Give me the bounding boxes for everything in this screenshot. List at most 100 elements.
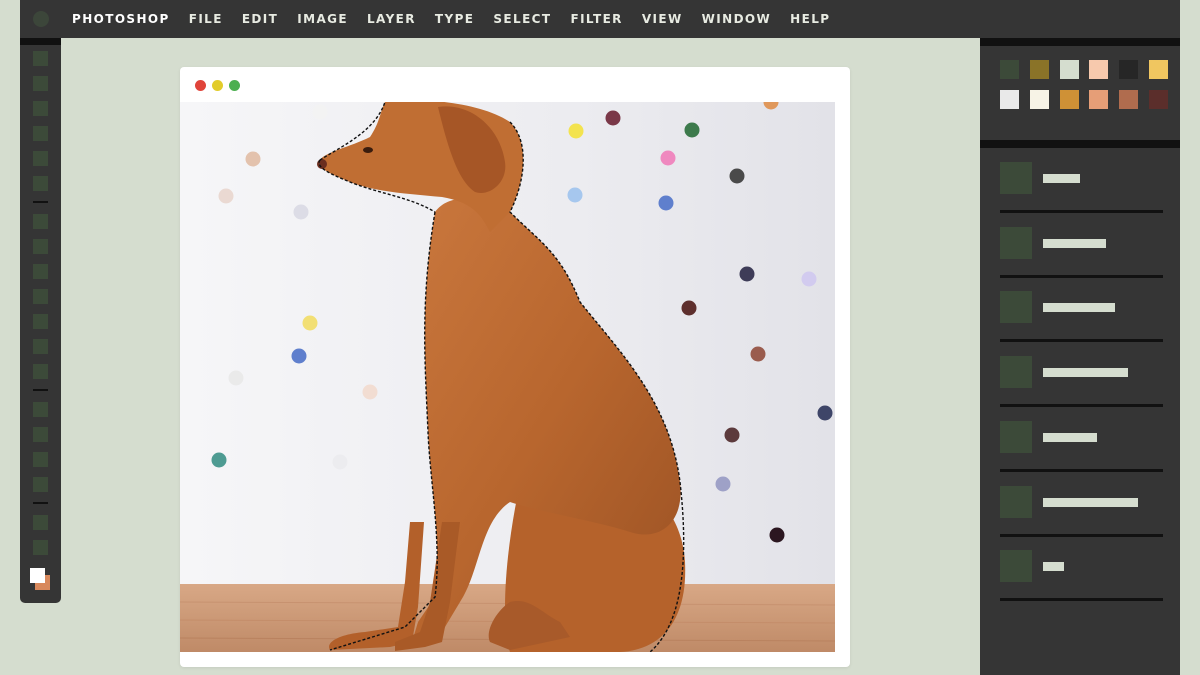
layer-divider bbox=[1000, 533, 1163, 537]
color-swatch[interactable] bbox=[1059, 60, 1079, 79]
layer-row[interactable] bbox=[1000, 420, 1163, 486]
tools-panel-header bbox=[20, 38, 61, 45]
polka-dot bbox=[302, 315, 318, 331]
window-minimize-button[interactable] bbox=[212, 80, 223, 91]
document-window bbox=[180, 67, 850, 667]
color-swatch[interactable] bbox=[1149, 90, 1168, 109]
menu-file[interactable]: FILE bbox=[189, 12, 223, 26]
color-swatch[interactable] bbox=[1029, 90, 1049, 109]
tool-button[interactable] bbox=[33, 477, 48, 492]
menu-edit[interactable]: EDIT bbox=[242, 12, 278, 26]
polka-dot bbox=[332, 454, 348, 470]
app-icon[interactable] bbox=[33, 11, 49, 27]
menu-layer[interactable]: LAYER bbox=[367, 12, 416, 26]
tool-button[interactable] bbox=[33, 427, 48, 442]
tool-button[interactable] bbox=[33, 364, 48, 379]
layer-row[interactable] bbox=[1000, 291, 1163, 356]
polka-dot bbox=[568, 123, 584, 139]
polka-dot bbox=[291, 348, 307, 364]
polka-dot bbox=[605, 110, 621, 126]
window-close-button[interactable] bbox=[195, 80, 206, 91]
foreground-color-swatch[interactable] bbox=[30, 568, 45, 583]
color-swatch[interactable] bbox=[1119, 60, 1139, 79]
layer-divider bbox=[1000, 598, 1163, 602]
tool-button[interactable] bbox=[33, 515, 48, 530]
color-swatch[interactable] bbox=[1089, 90, 1109, 109]
swatches-panel-header bbox=[980, 38, 1180, 46]
layer-divider bbox=[1000, 210, 1163, 213]
polka-dot bbox=[567, 187, 583, 203]
tool-button[interactable] bbox=[33, 402, 48, 417]
layer-thumbnail bbox=[1000, 226, 1032, 259]
layer-thumbnail bbox=[1000, 485, 1032, 518]
layer-name-placeholder bbox=[1043, 497, 1138, 507]
tool-button[interactable] bbox=[33, 314, 48, 329]
menu-select[interactable]: SELECT bbox=[493, 12, 551, 26]
polka-dot bbox=[684, 122, 700, 138]
polka-dot bbox=[769, 527, 785, 543]
tool-button[interactable] bbox=[33, 126, 48, 141]
polka-dot bbox=[245, 151, 261, 167]
tool-button[interactable] bbox=[33, 76, 48, 91]
image-canvas[interactable] bbox=[180, 102, 835, 652]
polka-dot bbox=[739, 266, 755, 282]
menu-window[interactable]: WINDOW bbox=[702, 12, 772, 26]
layer-thumbnail bbox=[1000, 356, 1032, 389]
menu-view[interactable]: VIEW bbox=[642, 12, 683, 26]
layer-name-placeholder bbox=[1043, 562, 1064, 572]
layer-thumbnail bbox=[1000, 291, 1032, 324]
layer-row[interactable] bbox=[1000, 550, 1163, 615]
layer-thumbnail bbox=[1000, 550, 1032, 583]
menu-filter[interactable]: FILTER bbox=[570, 12, 622, 26]
layer-row[interactable] bbox=[1000, 162, 1163, 227]
tool-button[interactable] bbox=[33, 151, 48, 166]
polka-dot bbox=[658, 195, 674, 211]
tool-button[interactable] bbox=[33, 452, 48, 467]
tool-button[interactable] bbox=[33, 264, 48, 279]
tool-group-divider bbox=[33, 201, 48, 203]
polka-dot bbox=[211, 452, 227, 468]
polka-dot bbox=[715, 476, 731, 492]
tool-button[interactable] bbox=[33, 51, 48, 66]
tool-button[interactable] bbox=[33, 101, 48, 116]
tool-button[interactable] bbox=[33, 214, 48, 229]
right-panels bbox=[980, 38, 1180, 675]
layer-name-placeholder bbox=[1043, 368, 1128, 378]
menu-bar: PHOTOSHOP FILE EDIT IMAGE LAYER TYPE SEL… bbox=[20, 0, 1180, 38]
layer-name-placeholder bbox=[1043, 432, 1097, 442]
tool-button[interactable] bbox=[33, 176, 48, 191]
tool-button[interactable] bbox=[33, 289, 48, 304]
color-swatch[interactable] bbox=[1029, 60, 1049, 79]
layer-row[interactable] bbox=[1000, 485, 1163, 551]
layer-row[interactable] bbox=[1000, 356, 1163, 421]
layer-thumbnail bbox=[1000, 420, 1032, 453]
layers-panel-header bbox=[980, 140, 1180, 148]
polka-dot bbox=[312, 104, 328, 120]
layer-row[interactable] bbox=[1000, 226, 1163, 292]
layer-divider bbox=[1000, 339, 1163, 343]
dog-photo bbox=[180, 102, 835, 652]
color-swatch[interactable] bbox=[1000, 90, 1019, 109]
tool-button[interactable] bbox=[33, 540, 48, 555]
menu-type[interactable]: TYPE bbox=[435, 12, 474, 26]
layer-name-placeholder bbox=[1043, 238, 1106, 248]
menu-image[interactable]: IMAGE bbox=[297, 12, 348, 26]
layer-divider bbox=[1000, 468, 1163, 472]
menu-photoshop[interactable]: PHOTOSHOP bbox=[72, 12, 170, 26]
color-swatch[interactable] bbox=[1149, 60, 1168, 79]
polka-dot bbox=[218, 188, 234, 204]
color-swatch[interactable] bbox=[1089, 60, 1109, 79]
tool-button[interactable] bbox=[33, 339, 48, 354]
window-maximize-button[interactable] bbox=[229, 80, 240, 91]
color-swatch[interactable] bbox=[1000, 60, 1019, 79]
polka-dot bbox=[681, 300, 697, 316]
tool-button[interactable] bbox=[33, 239, 48, 254]
polka-dot bbox=[729, 168, 745, 184]
tool-group-divider bbox=[33, 502, 48, 504]
polka-dot bbox=[801, 271, 817, 287]
tools-panel bbox=[20, 38, 61, 603]
color-swatch[interactable] bbox=[1059, 90, 1079, 109]
menu-help[interactable]: HELP bbox=[790, 12, 830, 26]
color-swatch[interactable] bbox=[1119, 90, 1139, 109]
polka-dot bbox=[817, 405, 833, 421]
